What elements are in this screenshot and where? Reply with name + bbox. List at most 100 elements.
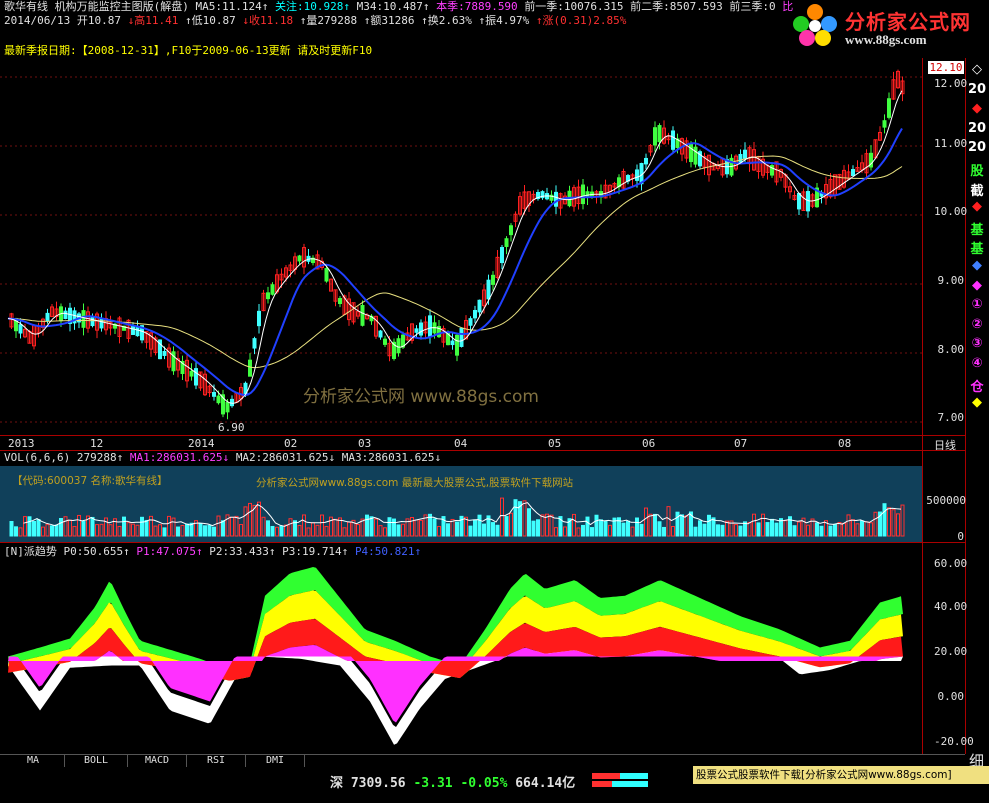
volume-bar-128: [585, 516, 590, 537]
volume-bar-70: [324, 526, 329, 537]
volume-bar-186: [846, 514, 851, 537]
volume-bar-95: [437, 525, 441, 537]
volume-bar-159: [725, 520, 729, 537]
white-ma-line: [7, 90, 903, 404]
volume-bar-10: [54, 524, 59, 537]
f10-note: ,F10于2009-06-13更新 请及时更新F10: [164, 44, 373, 57]
tab-boll[interactable]: BOLL: [65, 754, 128, 767]
volume-bar-38: [180, 524, 185, 537]
volume-bar-127: [581, 524, 585, 537]
side-icon-12[interactable]: ①: [967, 297, 987, 312]
side-icon-5[interactable]: 股: [967, 160, 987, 179]
market-label: 深: [330, 776, 344, 791]
side-icon-10[interactable]: ◆: [967, 258, 987, 273]
volume-bar-99: [455, 521, 459, 537]
current-price-text: 12.10: [929, 61, 963, 74]
candle-body-175: [797, 193, 801, 210]
date-label-02: 02: [284, 437, 298, 450]
trend-chart[interactable]: [0, 558, 922, 754]
status-index[interactable]: 深 7309.56 -3.31 -0.05% 664.14亿: [330, 772, 575, 791]
candle-body-93: [428, 315, 432, 337]
tab-macd[interactable]: MACD: [128, 754, 187, 767]
stock-name[interactable]: 歌华有线: [4, 0, 48, 13]
volume-bar-82: [378, 525, 383, 537]
side-icon-9[interactable]: 基: [967, 238, 987, 257]
volume-bar-20: [99, 523, 104, 537]
side-icon-17[interactable]: ◆: [967, 395, 987, 410]
volume-bar-115: [527, 508, 531, 537]
candle-body-28: [135, 326, 140, 337]
guanzhu-value: 关注:10.928↑: [274, 0, 350, 13]
volume-bar-32: [153, 525, 158, 537]
tab-rsi[interactable]: RSI: [187, 754, 246, 767]
side-icon-0[interactable]: ◇: [967, 62, 987, 77]
volume-bar-194: [882, 503, 887, 537]
volume-bar-104: [477, 514, 482, 537]
side-icon-11[interactable]: ◆: [967, 278, 987, 293]
volume-bar-8: [45, 524, 50, 537]
volume-bar-146: [666, 506, 671, 537]
side-icon-4[interactable]: 20: [967, 140, 987, 155]
volume-bar-166: [756, 522, 761, 537]
volume-bar-131: [599, 519, 603, 537]
volume-bar-74: [342, 527, 347, 537]
volume-bar-58: [270, 525, 275, 537]
volume-bar-155: [707, 514, 711, 537]
logo-url-text: www.88gs.com: [845, 32, 927, 47]
tab-ma[interactable]: MA: [2, 754, 65, 767]
volume-bar-47: [221, 520, 225, 537]
side-icon-14[interactable]: ③: [967, 336, 987, 351]
volume-bar-11: [59, 517, 63, 537]
side-icon-15[interactable]: ④: [967, 356, 987, 371]
candle-body-8: [45, 312, 50, 322]
main-price-chart[interactable]: [0, 58, 925, 436]
candle-body-128: [585, 191, 590, 198]
ma5-value: MA5:11.124↑: [195, 0, 269, 13]
side-icon-1[interactable]: 20: [967, 82, 987, 97]
volume-bar-165: [752, 513, 756, 537]
breadth-bar: [592, 773, 648, 787]
side-icon-8[interactable]: 基: [967, 219, 987, 238]
volume-bar-75: [347, 521, 351, 537]
volume-bar-5: [32, 520, 36, 537]
header-line-3: 最新季报日期:【2008-12-31】,F10于2009-06-13更新 请及时…: [4, 44, 372, 58]
volume-bar-72: [333, 518, 338, 537]
vol-ma1: MA1:286031.625↓: [129, 451, 230, 464]
vol-axis-500000: 500000: [926, 494, 966, 507]
volume-bar-25: [122, 516, 126, 537]
volume-bar-132: [603, 520, 608, 537]
volume-bar-7: [41, 526, 45, 537]
flower-logo-icon: [793, 4, 837, 46]
m34-value: M34:10.487↑: [356, 0, 430, 13]
footer-ad-link[interactable]: 股票公式股票软件下载[分析家公式网www.88gs.com]: [693, 766, 989, 784]
side-icon-13[interactable]: ②: [967, 317, 987, 332]
candle-body-86: [396, 338, 401, 354]
candle-body-45: [212, 391, 216, 397]
side-icon-7[interactable]: ◆: [967, 199, 987, 214]
side-icon-16[interactable]: 仓: [967, 376, 987, 395]
volume-bar-185: [842, 522, 846, 537]
volume-bar-15: [77, 514, 81, 537]
side-icon-2[interactable]: ◆: [967, 101, 987, 116]
side-icon-6[interactable]: 截: [967, 180, 987, 199]
candle-body-163: [743, 149, 747, 159]
side-icon-3[interactable]: 20: [967, 121, 987, 136]
date-value: 2014/06/13: [4, 14, 71, 27]
trend-header: [N]派趋势 P0:50.655↑ P1:47.075↑ P2:33.433↑ …: [4, 545, 421, 559]
date-label-2014: 2014: [188, 437, 215, 450]
volume-chart[interactable]: [0, 466, 922, 542]
q2-value: 前二季:8507.593: [630, 0, 723, 13]
volume-bar-91: [419, 519, 423, 537]
high-value: ↓高11.41: [127, 14, 179, 27]
candle-body-187: [851, 169, 855, 177]
volume-bar-64: [297, 524, 302, 537]
volume-bar-161: [734, 524, 738, 537]
volume-bar-84: [387, 517, 392, 537]
volume-bar-0: [9, 520, 14, 537]
volume-bar-195: [887, 507, 891, 537]
volume-bar-52: [243, 506, 248, 537]
volume-bar-180: [819, 525, 824, 537]
candle-body-195: [887, 98, 891, 118]
volume-bar-77: [356, 524, 360, 537]
tab-dmi[interactable]: DMI: [246, 754, 305, 767]
